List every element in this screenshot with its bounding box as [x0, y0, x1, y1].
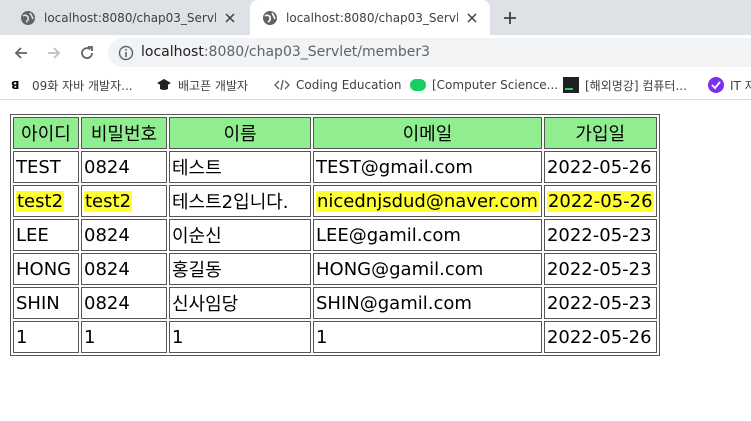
blog-icon: ꓭ — [10, 77, 26, 93]
cell-email: TEST@gmail.com — [313, 151, 542, 183]
cell-id: HONG — [13, 253, 79, 285]
column-header-name: 이름 — [169, 117, 311, 149]
browser-toolbar: localhost:8080/chap03_Servlet/member3 — [0, 35, 751, 70]
page-content: 아이디 비밀번호 이름 이메일 가입일 TEST 0824 테스트 TEST@g… — [0, 101, 751, 421]
column-header-email: 이메일 — [313, 117, 542, 149]
highlighted-text: test2 — [84, 190, 133, 212]
info-icon[interactable] — [118, 45, 134, 61]
graduation-cap-icon — [157, 79, 171, 90]
cell-name: 1 — [169, 321, 311, 353]
globe-icon — [21, 10, 35, 25]
table-row: HONG 0824 홍길동 HONG@gamil.com 2022-05-23 — [13, 253, 657, 285]
bookmark-item[interactable]: [해외명강] 컴퓨터... — [563, 76, 687, 94]
bookmarks-bar: ꓭ 09화 자바 개발자... 배고픈 개발자 Coding Education… — [0, 70, 751, 100]
cell-email: HONG@gamil.com — [313, 253, 542, 285]
table-row: SHIN 0824 신사임당 SHIN@gamil.com 2022-05-23 — [13, 287, 657, 319]
bookmark-label: [Computer Science... — [432, 78, 559, 92]
cell-password: 0824 — [81, 151, 167, 183]
cell-join-date: 2022-05-26 — [543, 151, 657, 183]
cell-password: 0824 — [81, 253, 167, 285]
back-button[interactable] — [8, 40, 34, 66]
cell-name: 이순신 — [169, 219, 311, 251]
bookmark-item[interactable]: 배고픈 개발자 — [156, 76, 248, 94]
cell-name: 홍길동 — [169, 253, 311, 285]
close-icon[interactable] — [464, 10, 480, 26]
url-host: localhost — [141, 44, 204, 60]
reload-button[interactable] — [74, 40, 100, 66]
bookmark-label: IT 저 — [730, 78, 751, 93]
highlighted-text: test2 — [16, 190, 65, 212]
arrow-right-icon — [48, 47, 61, 59]
cell-password: 1 — [81, 321, 167, 353]
cell-email: SHIN@gamil.com — [313, 287, 542, 319]
tab-member3[interactable]: localhost:8080/chap03_Servlet/m — [250, 0, 490, 35]
column-header-join-date: 가입일 — [543, 117, 657, 149]
column-header-id: 아이디 — [13, 117, 79, 149]
table-row-highlighted: test2 test2 테스트2입니다. nicednjsdud@naver.c… — [13, 185, 657, 217]
cell-password: 0824 — [81, 219, 167, 251]
cell-join-date: 2022-05-26 — [543, 185, 657, 217]
table-header-row: 아이디 비밀번호 이름 이메일 가입일 — [13, 117, 657, 149]
blog-badge-icon — [410, 79, 426, 91]
address-bar[interactable]: localhost:8080/chap03_Servlet/member3 — [108, 38, 751, 67]
column-header-password: 비밀번호 — [81, 117, 167, 149]
highlighted-text: nicednjsdud@naver.com — [316, 190, 539, 212]
cell-id: TEST — [13, 151, 79, 183]
cell-email: LEE@gamil.com — [313, 219, 542, 251]
table-row: TEST 0824 테스트 TEST@gmail.com 2022-05-26 — [13, 151, 657, 183]
bookmark-label: 09화 자바 개발자... — [32, 78, 133, 93]
cell-id: LEE — [13, 219, 79, 251]
cell-password: test2 — [81, 185, 167, 217]
cell-name: 신사임당 — [169, 287, 311, 319]
url-path: :8080/chap03_Servlet/member3 — [203, 44, 431, 60]
highlighted-text: 2022-05-26 — [546, 190, 654, 212]
cell-join-date: 2022-05-26 — [543, 321, 657, 353]
tab-title: localhost:8080/chap03_Servlet/m — [286, 10, 458, 25]
bookmark-item[interactable]: Coding Education — [274, 76, 401, 94]
cell-name: 테스트2입니다. — [169, 185, 311, 217]
cell-email: nicednjsdud@naver.com — [313, 185, 542, 217]
code-icon — [274, 79, 290, 91]
cell-id: test2 — [13, 185, 79, 217]
cell-id: 1 — [13, 321, 79, 353]
cell-email: 1 — [313, 321, 542, 353]
bookmark-label: Coding Education — [296, 78, 402, 92]
forward-button[interactable] — [41, 40, 67, 66]
tab-member-list[interactable]: localhost:8080/chap03_Servlet/m — [8, 0, 248, 35]
table-row: LEE 0824 이순신 LEE@gamil.com 2022-05-23 — [13, 219, 657, 251]
close-icon[interactable] — [222, 10, 238, 26]
bookmark-item[interactable]: IT 저 — [708, 76, 751, 94]
bookmark-item[interactable]: [Computer Science... — [410, 76, 558, 94]
bookmark-item[interactable]: ꓭ 09화 자바 개발자... — [10, 76, 133, 94]
tab-title: localhost:8080/chap03_Servlet/m — [44, 10, 216, 25]
new-tab-button[interactable] — [498, 6, 522, 30]
arrow-left-icon — [14, 47, 27, 59]
svg-text:ꓭ: ꓭ — [11, 79, 19, 92]
cell-join-date: 2022-05-23 — [543, 287, 657, 319]
cell-password: 0824 — [81, 287, 167, 319]
table-row: 1 1 1 1 2022-05-26 — [13, 321, 657, 353]
reload-icon — [81, 46, 93, 59]
app-icon — [708, 77, 724, 93]
terminal-icon — [563, 77, 579, 93]
cell-name: 테스트 — [169, 151, 311, 183]
bookmark-label: [해외명강] 컴퓨터... — [585, 78, 687, 93]
tab-strip: localhost:8080/chap03_Servlet/m localhos… — [0, 0, 751, 35]
url-text[interactable]: localhost:8080/chap03_Servlet/member3 — [141, 44, 430, 60]
plus-icon — [504, 12, 516, 24]
globe-icon — [263, 10, 277, 25]
cell-id: SHIN — [13, 287, 79, 319]
cell-join-date: 2022-05-23 — [543, 219, 657, 251]
member-table: 아이디 비밀번호 이름 이메일 가입일 TEST 0824 테스트 TEST@g… — [10, 114, 660, 356]
cell-join-date: 2022-05-23 — [543, 253, 657, 285]
bookmark-label: 배고픈 개발자 — [178, 78, 249, 93]
